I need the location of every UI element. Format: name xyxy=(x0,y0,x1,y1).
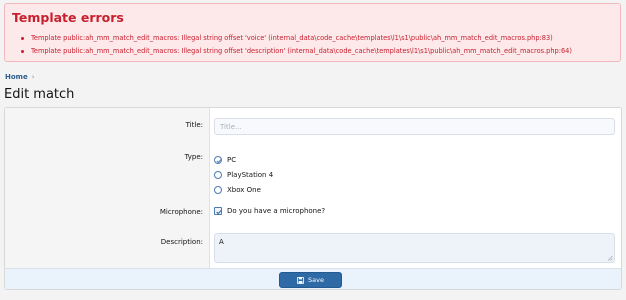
type-option-xbox[interactable]: Xbox One xyxy=(214,182,273,197)
type-option-label: PC xyxy=(227,155,237,164)
template-errors-block: Template errors Template public:ah_mm_ma… xyxy=(4,3,621,62)
checkbox-checked-icon[interactable] xyxy=(214,207,222,215)
error-title: Template errors xyxy=(12,10,124,25)
type-option-label: PlayStation 4 xyxy=(227,170,274,179)
description-label: Description: xyxy=(160,238,203,246)
page-title: Edit match xyxy=(4,87,75,102)
save-button[interactable]: Save xyxy=(279,272,342,288)
title-input[interactable] xyxy=(214,118,615,135)
description-textarea[interactable] xyxy=(214,233,615,263)
type-radio-group: PC PlayStation 4 Xbox One xyxy=(214,152,273,197)
type-label: Type: xyxy=(184,153,203,161)
type-option-label: Xbox One xyxy=(227,185,261,194)
resize-grip-icon[interactable] xyxy=(607,255,613,261)
save-button-label: Save xyxy=(308,276,324,284)
radio-icon[interactable] xyxy=(214,185,222,194)
error-item: Template public:ah_mm_match_edit_macros:… xyxy=(17,45,572,58)
chevron-right-icon: › xyxy=(31,73,35,81)
title-label: Title: xyxy=(185,121,203,129)
bullet-icon xyxy=(21,37,24,40)
radio-icon[interactable] xyxy=(214,170,222,179)
error-item: Template public:ah_mm_match_edit_macros:… xyxy=(17,32,572,45)
microphone-checkbox-row[interactable]: Do you have a microphone? xyxy=(214,207,325,215)
error-text: Template public:ah_mm_match_edit_macros:… xyxy=(31,46,572,55)
type-option-pc[interactable]: PC xyxy=(214,152,273,167)
microphone-checkbox-label: Do you have a microphone? xyxy=(227,207,326,215)
type-option-ps4[interactable]: PlayStation 4 xyxy=(214,167,273,182)
radio-checked-icon[interactable] xyxy=(214,155,222,164)
form-footer: Save xyxy=(5,268,621,289)
floppy-disk-icon xyxy=(297,276,305,284)
breadcrumb-home-link[interactable]: Home xyxy=(5,73,28,81)
microphone-label: Microphone: xyxy=(159,208,203,216)
breadcrumb: Home › xyxy=(5,73,35,81)
error-text: Template public:ah_mm_match_edit_macros:… xyxy=(31,34,553,42)
edit-match-form: Title: Type: PC PlayStation 4 Xbox One M… xyxy=(4,107,622,290)
error-list: Template public:ah_mm_match_edit_macros:… xyxy=(17,32,572,57)
bullet-icon xyxy=(21,49,24,53)
